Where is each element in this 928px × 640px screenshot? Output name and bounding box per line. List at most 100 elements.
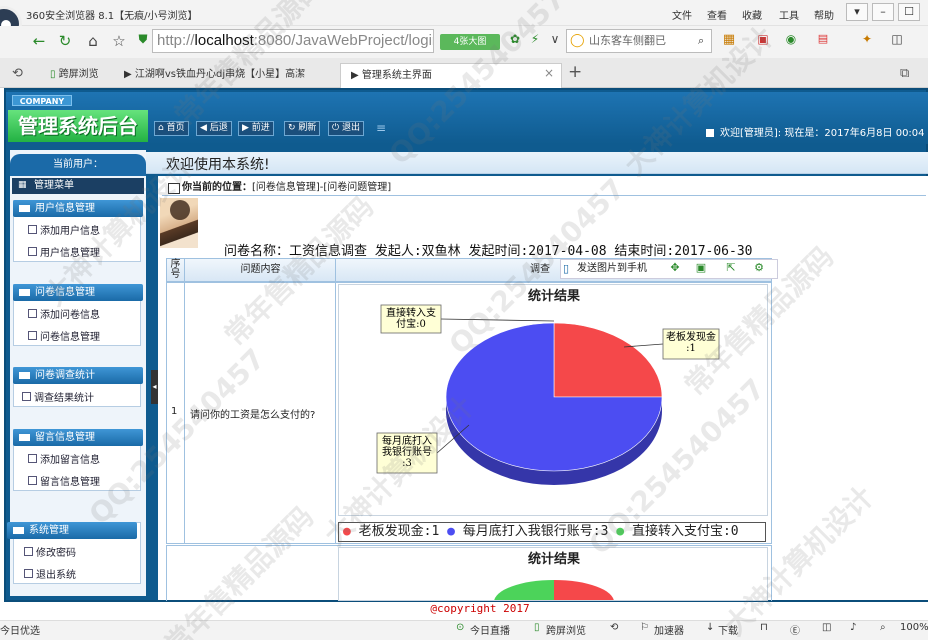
home-button[interactable]: ⌂ 首页 bbox=[154, 121, 189, 136]
pie-slice bbox=[553, 322, 663, 398]
tab-cross-screen[interactable]: ▯ 跨屏浏览 bbox=[40, 63, 112, 88]
sidebar-item-manage-message[interactable]: 留言信息管理 bbox=[26, 473, 100, 488]
pin-icon[interactable]: ▾ bbox=[846, 3, 868, 21]
data-label-line bbox=[440, 318, 555, 322]
sidebar-item-manage-user[interactable]: 用户信息管理 bbox=[26, 244, 100, 259]
sidebar-group-messages[interactable]: 留言信息管理 bbox=[13, 429, 143, 446]
copyright: @copyright 2017 bbox=[430, 602, 530, 615]
new-tab-icon[interactable]: + bbox=[568, 62, 582, 82]
forward-button[interactable]: ▶ 前进 bbox=[238, 121, 274, 136]
rocket-icon: ⚐ bbox=[640, 622, 649, 633]
sidebar-collapse-handle[interactable]: ◂ bbox=[151, 370, 158, 404]
tab-label: 跨屏浏览 bbox=[58, 69, 99, 80]
refresh-icon[interactable]: ↻ bbox=[54, 32, 76, 50]
account-icon[interactable]: ◉ bbox=[780, 32, 802, 46]
refresh-button[interactable]: ↻ 刷新 bbox=[284, 121, 321, 136]
maximize-icon[interactable]: ☐ bbox=[898, 3, 920, 21]
menu-favorites[interactable]: 收藏 bbox=[742, 7, 762, 22]
breadcrumb: 你当前的位置：[问卷信息管理]-[问卷问题管理] bbox=[162, 179, 926, 196]
sidebar-item-add-message[interactable]: 添加留言信息 bbox=[26, 451, 100, 466]
image-count-badge[interactable]: 4张大图 bbox=[440, 34, 500, 50]
sidebar-item-manage-questionnaire[interactable]: 问卷信息管理 bbox=[26, 328, 100, 343]
menu-title: 管理菜单 bbox=[12, 178, 144, 194]
close-tab-icon[interactable]: × bbox=[544, 66, 554, 80]
settings-icon[interactable]: ⚙ bbox=[752, 261, 766, 275]
minimize-icon[interactable]: – bbox=[872, 3, 894, 21]
status-live[interactable]: 今日直播 bbox=[470, 622, 510, 637]
tab-list-icon[interactable]: ⧉ bbox=[900, 66, 909, 81]
extension-icon[interactable]: ▣ bbox=[752, 32, 774, 46]
tab-music[interactable]: ▶ 江湖啊vs铁血丹心dj串烧【小星】高潔 bbox=[114, 63, 338, 88]
forward-button-label: 前进 bbox=[251, 123, 270, 133]
save-icon[interactable]: ▣ bbox=[694, 261, 708, 275]
undo-tab-icon[interactable]: ⟲ bbox=[12, 66, 23, 81]
lightning-icon[interactable]: ⚡ bbox=[524, 32, 546, 46]
grid-icon: ▦ bbox=[18, 180, 27, 190]
back-button[interactable]: ◀ 后退 bbox=[196, 121, 232, 136]
status-cross-screen[interactable]: 跨屏浏览 bbox=[546, 622, 586, 637]
menu-lines-icon: ≡ bbox=[376, 121, 387, 135]
sidebar-item-logout[interactable]: 退出系统 bbox=[22, 566, 76, 581]
url-prefix: http:// bbox=[157, 32, 195, 49]
sidebar-group-questionnaire[interactable]: 问卷信息管理 bbox=[13, 284, 143, 301]
plugin-icon[interactable]: ✿ bbox=[504, 32, 526, 46]
menu-file[interactable]: 文件 bbox=[672, 7, 692, 22]
status-download[interactable]: 下载 bbox=[718, 622, 738, 637]
questionnaire-info: 问卷名称：工资信息调查 发起人:双鱼林 发起时间:2017-04-08 结束时间… bbox=[224, 244, 753, 259]
tab-admin-main[interactable]: ▶ 管理系统主界面 bbox=[340, 63, 562, 88]
phone-icon: ▯ bbox=[534, 622, 540, 633]
zoom-icon[interactable]: ⌕ bbox=[880, 622, 886, 633]
game-icon[interactable]: ✦ bbox=[856, 32, 878, 46]
search-input[interactable]: 山东客车侧翻已 bbox=[566, 29, 712, 53]
question-text: 请问你的工资是怎么支付的? bbox=[190, 410, 316, 421]
chart-legend: ● 老板发现金:1 ● 每月底打入我银行账号:3 ● 直接转入支付宝:0 bbox=[338, 522, 766, 542]
pie-slice bbox=[554, 580, 614, 600]
app-title: 管理系统后台 bbox=[8, 110, 148, 142]
status-zoom[interactable]: 100% bbox=[900, 622, 928, 633]
translate-icon[interactable]: ▤ bbox=[812, 32, 834, 45]
legend-item: 老板发现金:1 bbox=[358, 524, 440, 539]
breadcrumb-label: 你当前的位置： bbox=[182, 182, 252, 193]
sidebar-group-users[interactable]: 用户信息管理 bbox=[13, 200, 143, 217]
sidebar-item-add-user[interactable]: 添加用户信息 bbox=[26, 222, 100, 237]
history-icon[interactable]: ⟲ bbox=[610, 622, 618, 633]
welcome-time: 欢迎[管理员]: 现在是：2017年6月8日 00:04 bbox=[706, 124, 925, 139]
logout-button-label: 退出 bbox=[341, 123, 360, 133]
phone-icon: ▯ bbox=[563, 262, 570, 275]
menu-view[interactable]: 查看 bbox=[707, 7, 727, 22]
legend-item: 每月底打入我银行账号:3 bbox=[462, 524, 609, 539]
browser-tabbar: ⟲ ▯ 跨屏浏览 ▶ 江湖啊vs铁血丹心dj串烧【小星】高潔 ▶ 管理系统主界面… bbox=[0, 58, 928, 88]
menu-tools[interactable]: 工具 bbox=[779, 7, 799, 22]
logout-button[interactable]: ⏻ 退出 bbox=[328, 121, 364, 136]
share-icon[interactable]: ⇱ bbox=[724, 261, 738, 275]
move-icon[interactable]: ✥ bbox=[668, 261, 682, 275]
pie-chart-svg bbox=[494, 580, 614, 600]
welcome-banner-text: 欢迎使用本系统! bbox=[166, 157, 270, 173]
browser-icon[interactable]: Ⓔ bbox=[790, 622, 800, 637]
sidebar-item-stats[interactable]: 调查结果统计 bbox=[20, 389, 94, 404]
sidebar-group-stats[interactable]: 问卷调查统计 bbox=[13, 367, 143, 384]
url-host: localhost bbox=[194, 32, 254, 49]
back-icon[interactable]: ← bbox=[28, 32, 50, 50]
search-icon[interactable]: ⌕ bbox=[698, 34, 704, 48]
sidebar-item-change-password[interactable]: 修改密码 bbox=[22, 544, 76, 559]
chevron-down-icon[interactable]: ∨ bbox=[544, 32, 566, 46]
sidebar-group-system[interactable]: 系统管理 bbox=[7, 522, 137, 539]
volume-icon[interactable]: ♪ bbox=[850, 622, 856, 633]
window-icon[interactable]: ⊓ bbox=[760, 622, 768, 633]
search-engine-icon[interactable]: ◯ bbox=[570, 33, 585, 48]
play-icon: ⊙ bbox=[456, 622, 465, 633]
avatar bbox=[160, 198, 198, 248]
status-today-pick[interactable]: 今日优选 bbox=[0, 622, 40, 637]
split-view-icon[interactable]: ◫ bbox=[822, 622, 831, 633]
status-accelerator[interactable]: 加速器 bbox=[654, 622, 684, 637]
sidebar-item-add-questionnaire[interactable]: 添加问卷信息 bbox=[26, 306, 100, 321]
address-bar[interactable]: http://localhost:8080/JavaWebProject/log… bbox=[152, 29, 434, 53]
home-button-label: 首页 bbox=[166, 123, 185, 133]
screenshot-icon[interactable]: ◫ bbox=[886, 32, 908, 46]
menu-help[interactable]: 帮助 bbox=[814, 7, 834, 22]
star-icon[interactable]: ☆ bbox=[108, 32, 130, 50]
home-icon[interactable]: ⌂ bbox=[82, 32, 104, 50]
apps-icon[interactable]: ▦ bbox=[718, 32, 740, 47]
refresh-button-label: 刷新 bbox=[298, 123, 317, 133]
